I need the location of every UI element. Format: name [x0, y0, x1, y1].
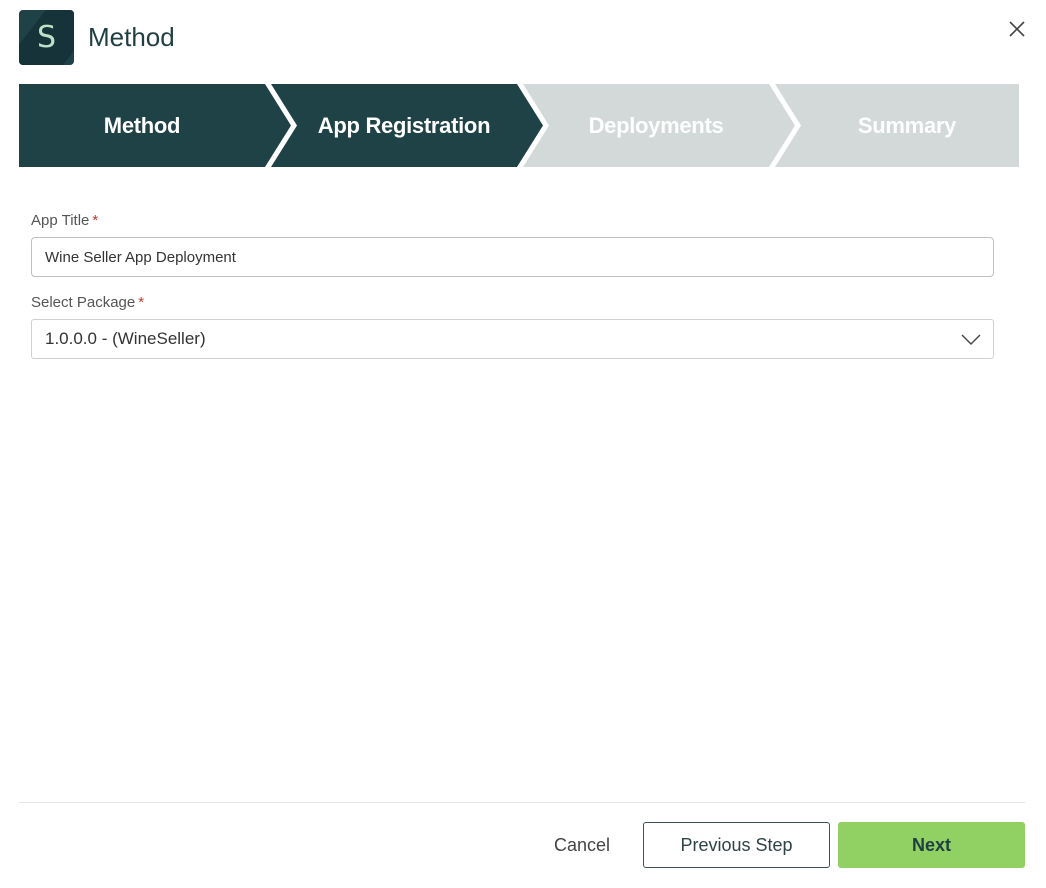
package-label: Select Package * — [31, 294, 994, 312]
step-summary[interactable]: Summary — [785, 84, 1029, 167]
app-title-label-text: App Title — [31, 212, 90, 229]
app-logo: S — [19, 10, 74, 65]
close-icon[interactable] — [1006, 18, 1028, 40]
app-logo-letter: S — [36, 20, 57, 55]
registration-form: App Title* Select Package* 1.0.0.0 - (Wi… — [31, 212, 994, 359]
footer-divider — [19, 802, 1025, 803]
step-method[interactable]: Method — [19, 84, 265, 167]
step-deployments[interactable]: Deployments — [533, 84, 779, 167]
required-mark: * — [92, 212, 99, 229]
app-title-input[interactable] — [31, 237, 994, 277]
required-mark: * — [138, 294, 145, 311]
cancel-button[interactable]: Cancel — [540, 822, 624, 868]
package-select[interactable]: 1.0.0.0 - (WineSeller) — [31, 319, 994, 359]
step-app-registration[interactable]: App Registration — [281, 84, 527, 167]
next-button[interactable]: Next — [838, 822, 1025, 868]
package-select-value: 1.0.0.0 - (WineSeller) — [45, 329, 206, 348]
chevron-down-icon — [961, 332, 981, 352]
package-label-text: Select Package — [31, 294, 136, 311]
previous-step-button[interactable]: Previous Step — [643, 822, 830, 868]
app-title-label: App Title * — [31, 212, 994, 230]
dialog-header: S Method — [19, 10, 175, 65]
dialog-title: Method — [88, 22, 175, 52]
wizard-stepper: Method App Registration Deployments Summ… — [19, 84, 1019, 167]
